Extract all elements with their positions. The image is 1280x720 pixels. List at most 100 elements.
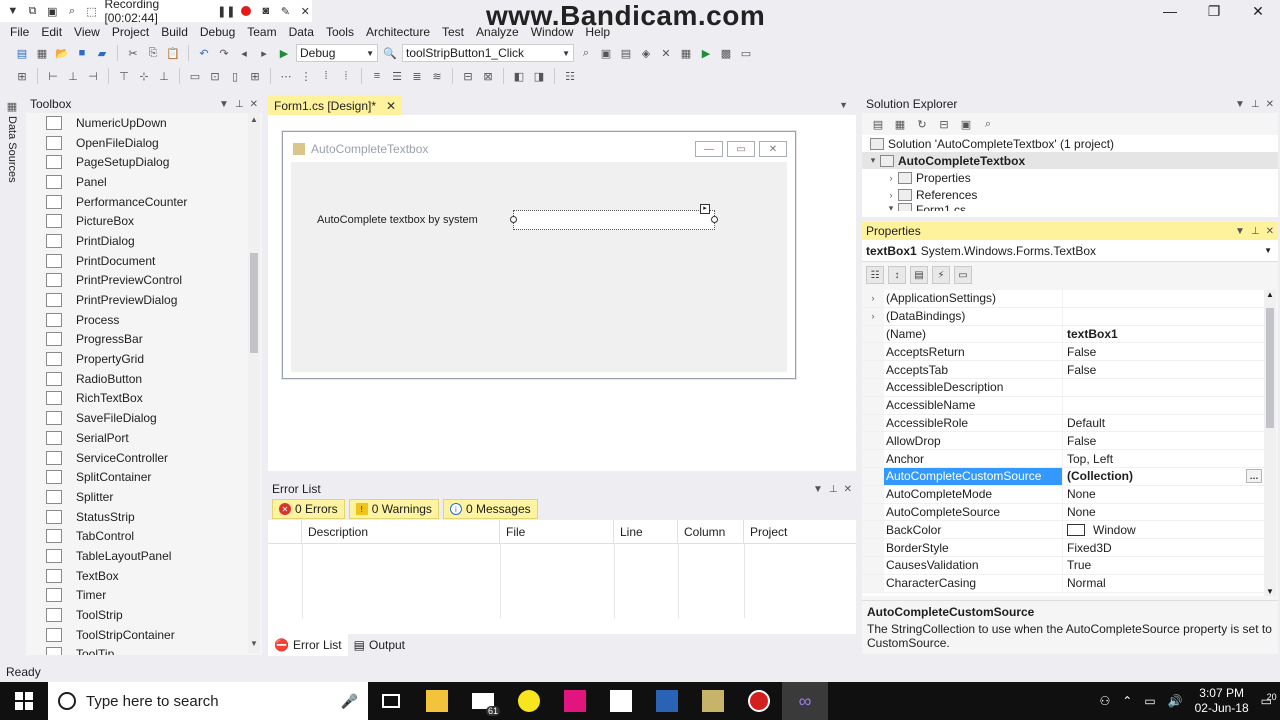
people-icon[interactable]: ⚇ [1099,694,1110,708]
menu-view[interactable]: View [68,25,106,39]
close-window-icon[interactable]: ✕ [1236,0,1280,22]
property-row[interactable]: CharacterCasing Normal [862,574,1264,593]
property-value[interactable]: None [1063,504,1264,521]
find-icon[interactable]: 🔍 [382,45,398,61]
property-pages-icon[interactable]: ▭ [954,266,972,284]
property-row[interactable]: AllowDrop False [862,432,1264,451]
tab-order-icon[interactable]: ☷ [562,68,578,84]
toolbox-item[interactable]: ToolTip [26,645,248,655]
file-explorer-icon[interactable] [414,682,460,720]
scroll-down-icon[interactable]: ▼ [1264,587,1276,596]
property-row[interactable]: Anchor Top, Left [862,450,1264,468]
menu-help[interactable]: Help [579,25,616,39]
column-line[interactable]: Line [614,520,678,543]
menu-team[interactable]: Team [241,25,282,39]
bandicam-icon[interactable] [736,682,782,720]
chevron-down-icon[interactable]: ▼ [813,484,823,495]
view-designer-icon[interactable]: ▣ [958,116,974,132]
pause-icon[interactable]: ❚❚ [217,4,235,18]
tab-error-list[interactable]: ⛔ Error List [268,634,348,656]
chevron-down-icon[interactable]: ▾ [884,203,898,211]
properties-icon[interactable]: ▤ [870,116,886,132]
view-code-icon[interactable]: ⊟ [936,116,952,132]
chevron-down-icon[interactable]: ▼ [1235,99,1245,110]
close-icon[interactable]: ✕ [250,99,258,110]
messages-filter-button[interactable]: i 0 Messages [442,499,538,519]
property-value[interactable] [1063,379,1264,396]
object-browser-icon[interactable]: ◈ [638,45,654,61]
properties-object-selector[interactable]: textBox1 System.Windows.Forms.TextBox ▼ [862,240,1278,262]
decrease-horizontal-spacing-icon[interactable]: ⁞ [318,68,334,84]
property-row[interactable]: (Name) textBox1 [862,325,1264,344]
movie-maker-icon[interactable] [690,682,736,720]
vertical-spacing-equal-icon[interactable]: ≡ [369,68,385,84]
align-to-grid-icon[interactable]: ⊞ [14,68,30,84]
dropdown-icon[interactable]: ▼ [6,4,20,18]
property-row[interactable]: › (ApplicationSettings) [862,290,1264,308]
tree-properties[interactable]: › Properties [862,169,1278,186]
toolbox-item[interactable]: SplitContainer [26,467,248,487]
clock[interactable]: 3:07 PM 02-Jun-18 [1195,686,1249,716]
menu-analyze[interactable]: Analyze [470,25,525,39]
stop-icon[interactable] [239,4,253,18]
property-value[interactable] [1063,308,1264,325]
tab-output[interactable]: ▤ Output [348,634,411,656]
toolbox-item[interactable]: PropertyGrid [26,349,248,369]
menu-architecture[interactable]: Architecture [360,25,436,39]
chevron-right-icon[interactable]: › [884,190,898,200]
toolbox-item[interactable]: PrintDocument [26,251,248,271]
redo-icon[interactable]: ↷ [216,45,232,61]
toolbox-item[interactable]: ServiceController [26,448,248,468]
scroll-thumb[interactable] [250,253,258,353]
make-same-size-icon[interactable]: ⊞ [247,68,263,84]
increase-vertical-spacing-icon[interactable]: ☰ [389,68,405,84]
property-row[interactable]: AcceptsTab False [862,361,1264,379]
chevron-right-icon[interactable]: › [862,290,884,307]
column-column[interactable]: Column [678,520,744,543]
close-icon[interactable]: ✕ [1266,99,1274,110]
property-value[interactable] [1063,397,1264,414]
open-file-icon[interactable]: 📂 [54,45,70,61]
toolbox-item[interactable]: Panel [26,172,248,192]
properties-view-icon[interactable]: ▤ [910,266,928,284]
start-page-icon[interactable]: ▦ [678,45,694,61]
menu-project[interactable]: Project [106,25,155,39]
show-all-files-icon[interactable]: ▦ [892,116,908,132]
copy-icon[interactable]: ⎘ [145,45,161,61]
paste-icon[interactable]: 📋 [165,45,181,61]
remove-vertical-spacing-icon[interactable]: ≋ [429,68,445,84]
menu-window[interactable]: Window [525,25,580,39]
chevron-down-icon[interactable]: ▼ [1235,226,1245,237]
form-client-area[interactable]: AutoComplete textbox by system ▸ [291,162,787,372]
property-row[interactable]: AcceptsReturn False [862,343,1264,362]
ellipsis-button[interactable]: … [1246,469,1262,484]
menu-data[interactable]: Data [283,25,320,39]
toolbox-item[interactable]: Process [26,310,248,330]
pin-icon[interactable]: ⊥ [1251,99,1260,110]
toolbox-item[interactable]: StatusStrip [26,507,248,527]
network-icon[interactable]: ▭ [1144,694,1155,708]
property-row[interactable]: AccessibleRole Default [862,414,1264,433]
chevron-down-icon[interactable]: ▼ [839,100,856,110]
close-icon[interactable]: ✕ [1266,226,1274,237]
toolbox-item[interactable]: SaveFileDialog [26,408,248,428]
data-sources-strip[interactable]: ▦ Data Sources [2,96,22,186]
new-project-icon[interactable]: ▤ [14,45,30,61]
toolbox-item[interactable]: Timer [26,586,248,606]
toolbox-item[interactable]: RadioButton [26,369,248,389]
property-row[interactable]: AccessibleDescription [862,378,1264,397]
media-player-icon[interactable] [506,682,552,720]
cut-icon[interactable]: ✂ [125,45,141,61]
design-form[interactable]: AutoCompleteTextbox — ▭ ✕ AutoComplete t… [282,131,796,379]
mail-icon[interactable]: 61 [460,682,506,720]
toolbox-item[interactable]: PrintPreviewDialog [26,290,248,310]
warnings-filter-button[interactable]: ! 0 Warnings [348,499,439,519]
toolbox-icon[interactable]: ✕ [658,45,674,61]
toolbox-item[interactable]: PrintPreviewControl [26,271,248,291]
restore-icon[interactable]: ❐ [1192,0,1236,22]
pin-icon[interactable]: ⊥ [235,99,244,110]
property-value[interactable]: False [1063,343,1264,360]
close-icon[interactable]: ✕ [298,4,312,18]
scroll-down-icon[interactable]: ▼ [248,639,260,651]
chevron-up-icon[interactable]: ⌃ [1122,694,1132,708]
